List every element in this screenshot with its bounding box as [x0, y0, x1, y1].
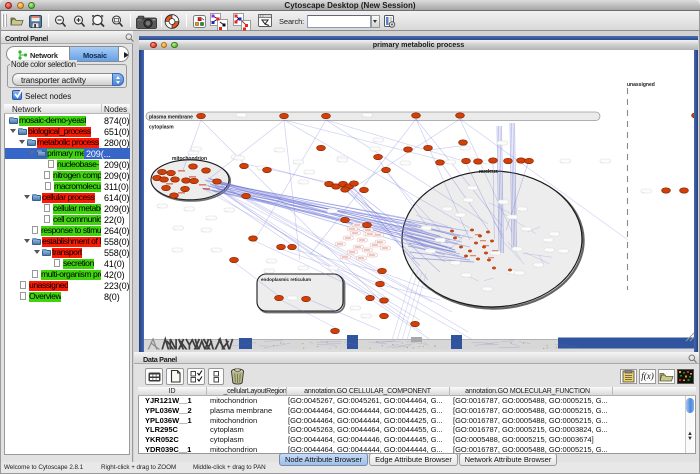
- svg-text:...: ...: [363, 113, 366, 117]
- svg-text:...: ...: [534, 263, 537, 267]
- svg-text:...: ...: [642, 189, 645, 193]
- svg-text:...: ...: [462, 273, 465, 277]
- svg-text:...: ...: [189, 151, 192, 155]
- svg-text:...: ...: [265, 269, 268, 273]
- svg-text:...: ...: [275, 148, 278, 152]
- svg-text:...: ...: [258, 166, 261, 170]
- svg-text:...: ...: [484, 160, 487, 164]
- svg-text:...: ...: [436, 238, 439, 242]
- svg-text:...: ...: [461, 146, 464, 150]
- svg-text:...: ...: [464, 198, 467, 202]
- svg-text:...: ...: [371, 147, 374, 151]
- svg-text:...: ...: [225, 208, 228, 212]
- svg-text:nucleus: nucleus: [479, 169, 498, 175]
- svg-text:plasma membrane: plasma membrane: [149, 115, 193, 121]
- svg-text:...: ...: [451, 261, 454, 265]
- svg-text:...: ...: [446, 160, 449, 164]
- svg-text:...: ...: [207, 216, 210, 220]
- svg-text:...: ...: [362, 314, 365, 318]
- svg-text:...: ...: [288, 296, 291, 300]
- svg-text:...: ...: [374, 138, 377, 142]
- svg-text:...: ...: [422, 226, 425, 230]
- svg-text:...: ...: [491, 251, 494, 255]
- svg-text:...: ...: [294, 160, 297, 164]
- svg-text:...: ...: [508, 215, 511, 219]
- svg-text:...: ...: [561, 159, 564, 163]
- svg-text:...: ...: [426, 249, 429, 253]
- svg-text:...: ...: [185, 207, 188, 211]
- svg-text:unassigned: unassigned: [627, 82, 655, 88]
- svg-text:...: ...: [515, 271, 518, 275]
- svg-text:...: ...: [299, 266, 302, 270]
- svg-text:...: ...: [545, 248, 548, 252]
- svg-text:...: ...: [351, 306, 354, 310]
- svg-text:...: ...: [338, 158, 341, 162]
- svg-text:...: ...: [235, 156, 238, 160]
- svg-text:...: ...: [305, 170, 308, 174]
- svg-text:...: ...: [513, 247, 516, 251]
- svg-text:...: ...: [173, 248, 176, 252]
- svg-text:...: ...: [601, 159, 604, 163]
- svg-text:...: ...: [550, 232, 553, 236]
- svg-text:...: ...: [202, 228, 205, 232]
- svg-text:...: ...: [267, 259, 270, 263]
- svg-text:...: ...: [499, 200, 502, 204]
- svg-text:...: ...: [483, 287, 486, 291]
- svg-text:...: ...: [212, 248, 215, 252]
- svg-text:...: ...: [522, 227, 525, 231]
- svg-text:...: ...: [468, 186, 471, 190]
- svg-text:...: ...: [401, 161, 404, 165]
- svg-text:...: ...: [328, 209, 331, 213]
- svg-text:...: ...: [443, 207, 446, 211]
- svg-text:...: ...: [174, 226, 177, 230]
- svg-text:endoplasmic reticulum: endoplasmic reticulum: [261, 277, 311, 282]
- svg-text:...: ...: [192, 147, 195, 151]
- svg-text:cytoplasm: cytoplasm: [149, 125, 174, 131]
- svg-text:...: ...: [544, 238, 547, 242]
- svg-text:...: ...: [518, 207, 521, 211]
- svg-text:...: ...: [456, 213, 459, 217]
- svg-text:...: ...: [237, 113, 240, 117]
- svg-text:...: ...: [299, 180, 302, 184]
- svg-text:...: ...: [158, 204, 161, 208]
- svg-text:...: ...: [559, 249, 562, 253]
- svg-text:...: ...: [329, 266, 332, 270]
- svg-text:...: ...: [498, 141, 501, 145]
- svg-text:mitochondrion: mitochondrion: [172, 156, 207, 162]
